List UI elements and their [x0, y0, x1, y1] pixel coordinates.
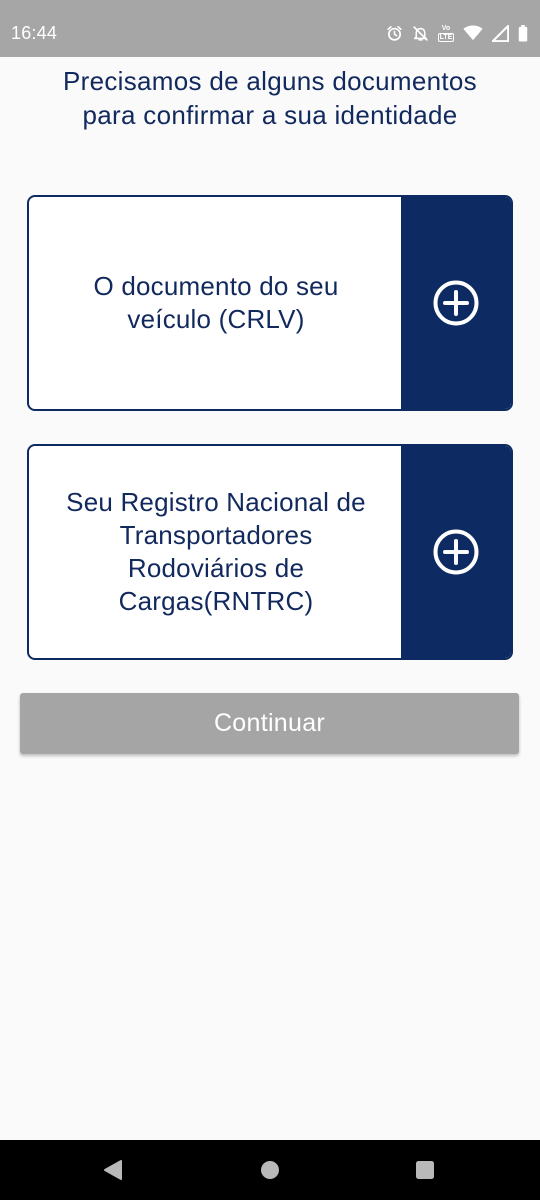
signal-icon — [492, 24, 509, 42]
status-bar: 16:44 Vo LTE — [0, 0, 540, 57]
document-label-rntrc-line-1: Seu Registro Nacional de — [66, 487, 366, 517]
add-circle-icon — [433, 280, 479, 326]
page-title-line-2: para confirmar a sua identidade — [82, 100, 458, 130]
home-icon — [261, 1161, 279, 1179]
page-title: Precisamos de alguns documentos para con… — [0, 64, 540, 132]
document-label-crlv-line-1: O documento do seu — [93, 271, 339, 301]
navigation-bar — [0, 1140, 540, 1200]
document-label-crlv-line-2: veículo (CRLV) — [127, 304, 305, 334]
status-time: 16:44 — [11, 23, 58, 43]
add-circle-icon — [433, 529, 479, 575]
back-icon — [104, 1160, 122, 1180]
home-button[interactable] — [230, 1140, 310, 1200]
document-card-rntrc[interactable]: Seu Registro Nacional de Transportadores… — [27, 444, 513, 660]
status-icons: Vo LTE — [386, 22, 528, 44]
add-rntrc-button[interactable] — [401, 446, 511, 658]
battery-icon — [518, 24, 528, 42]
add-crlv-button[interactable] — [401, 197, 511, 409]
document-label-rntrc: Seu Registro Nacional de Transportadores… — [29, 446, 403, 658]
document-label-rntrc-line-4: Cargas(RNTRC) — [118, 586, 314, 616]
bell-off-icon — [413, 25, 428, 41]
document-card-crlv[interactable]: O documento do seu veículo (CRLV) — [27, 195, 513, 411]
volte-top-text: Vo — [441, 24, 451, 32]
volte-bottom-text: LTE — [438, 32, 454, 42]
document-label-rntrc-line-2: Transportadores — [119, 520, 313, 550]
back-button[interactable] — [73, 1140, 153, 1200]
wifi-icon — [463, 25, 483, 41]
alarm-icon — [387, 25, 402, 41]
recents-icon — [416, 1161, 434, 1179]
document-label-crlv: O documento do seu veículo (CRLV) — [29, 197, 403, 409]
volte-icon: Vo LTE — [438, 25, 454, 42]
page-title-line-1: Precisamos de alguns documentos — [63, 66, 477, 96]
document-label-rntrc-line-3: Rodoviários de — [127, 553, 305, 583]
continue-button[interactable]: Continuar — [20, 693, 519, 754]
recents-button[interactable] — [385, 1140, 465, 1200]
